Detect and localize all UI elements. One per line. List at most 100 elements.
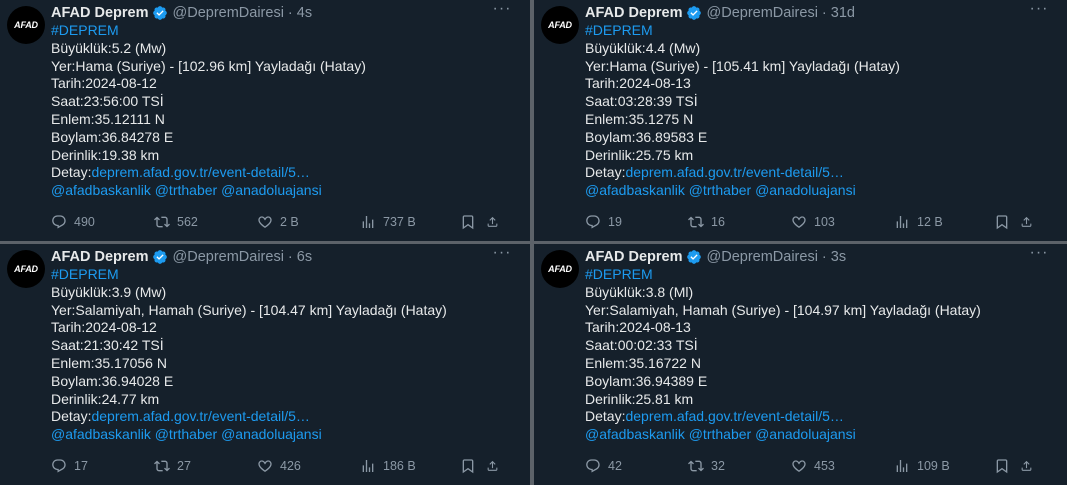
tweet-line: Derinlik:25.81 km	[585, 390, 694, 407]
detail-url-link[interactable]: deprem.afad.gov.tr/event-detail/5…	[625, 164, 843, 180]
tweet-line: Saat:00:02:33 TSİ	[585, 337, 698, 354]
bookmark-icon	[462, 459, 474, 474]
tweet-text: #DEPREM Büyüklük:3.9 (Mw) Yer:Salamiyah, …	[51, 266, 447, 444]
views-button[interactable]: 186 B	[360, 458, 460, 474]
hashtag-link[interactable]: #DEPREM	[51, 22, 366, 40]
detail-label: Detay:	[51, 408, 92, 425]
tweet-line: Tarih:2024-08-12	[51, 319, 157, 336]
tweet-timestamp[interactable]: 6s	[297, 249, 312, 265]
separator-dot: ·	[821, 249, 827, 265]
reply-button[interactable]: 42	[585, 458, 688, 474]
views-button[interactable]: 737 B	[360, 214, 460, 230]
tweet-line: Saat:03:28:39 TSİ	[585, 93, 698, 110]
avatar-logo-text: AFAD	[14, 20, 38, 30]
reply-button[interactable]: 490	[51, 214, 154, 230]
tweet-actions: 490 562 2 B 737 B	[51, 213, 516, 231]
verified-badge-icon	[152, 250, 167, 264]
detail-url-link[interactable]: deprem.afad.gov.tr/event-detail/5…	[625, 408, 843, 424]
more-options-icon[interactable]: ···	[1029, 245, 1049, 264]
author-name[interactable]: AFAD Deprem	[51, 5, 149, 21]
tweet-line: Boylam:36.94389 E	[585, 372, 708, 389]
views-button[interactable]: 109 B	[894, 458, 994, 474]
reply-button[interactable]: 17	[51, 458, 154, 474]
share-button[interactable]	[486, 214, 506, 230]
more-options-icon[interactable]: ···	[492, 1, 512, 20]
retweet-button[interactable]: 27	[154, 458, 257, 474]
author-handle[interactable]: @DeprеmDairesi	[173, 5, 284, 21]
tweet-timestamp[interactable]: 3s	[831, 249, 846, 265]
bookmark-button[interactable]	[460, 458, 486, 474]
tweet-line: Saat:21:30:42 TSİ	[51, 337, 164, 354]
view-count: 186 B	[383, 459, 416, 473]
tweet-text: #DEPREM Büyüklük:5.2 (Mw) Yer:Hama (Suriy…	[51, 22, 366, 200]
tweet-line: Tarih:2024-08-13	[585, 75, 691, 92]
avatar[interactable]: AFAD	[541, 250, 579, 288]
hashtag-link[interactable]: #DEPREM	[585, 266, 981, 284]
tweet-line: Büyüklük:5.2 (Mw)	[51, 39, 167, 56]
share-icon	[1021, 460, 1032, 471]
retweet-icon	[688, 216, 704, 228]
like-count: 103	[814, 215, 835, 229]
tweet-line: Yer:Salamiyah, Hamah (Suriye) - [104.97 …	[585, 301, 981, 318]
more-options-icon[interactable]: ···	[492, 245, 512, 264]
share-button[interactable]	[486, 458, 506, 474]
tweet-timestamp[interactable]: 4s	[297, 5, 312, 21]
retweet-button[interactable]: 562	[154, 214, 257, 230]
tweet-line: Enlem:35.1275 N	[585, 110, 694, 127]
hashtag-link[interactable]: #DEPREM	[585, 22, 900, 40]
author-handle[interactable]: @DepremDairesi	[707, 249, 818, 265]
author-name[interactable]: AFAD Deprem	[585, 249, 683, 265]
retweet-button[interactable]: 32	[688, 458, 791, 474]
hashtag-link[interactable]: #DEPREM	[51, 266, 447, 284]
tweet-card[interactable]: AFAD AFAD Deprem @DepremDairesi · 6s ···…	[0, 244, 530, 485]
avatar[interactable]: AFAD	[7, 6, 45, 44]
tweet-line: Yer:Hama (Suriye) - [102.96 km] Yayladağ…	[51, 57, 366, 74]
tweet-card[interactable]: AFAD AFAD Deprem @DeprеmDairesi · 4s ···…	[0, 0, 530, 241]
tweet-card[interactable]: AFAD AFAD Deprem @DepremDairesi · 31d ··…	[534, 0, 1067, 241]
tweet-timestamp[interactable]: 31d	[831, 5, 855, 21]
reply-count: 490	[74, 215, 95, 229]
bookmark-button[interactable]	[994, 214, 1020, 230]
like-button[interactable]: 2 B	[257, 214, 360, 230]
bookmark-button[interactable]	[994, 458, 1020, 474]
author-name[interactable]: AFAD Deprem	[585, 5, 683, 21]
separator-dot: ·	[287, 249, 293, 265]
tweet-header: AFAD Deprem @DeprеmDairesi · 4s	[51, 4, 312, 22]
share-button[interactable]	[1020, 214, 1040, 230]
author-handle[interactable]: @DepremDairesi	[707, 5, 818, 21]
more-options-icon[interactable]: ···	[1029, 1, 1049, 20]
tweet-lines: Büyüklük:3.9 (Mw) Yer:Salamiyah, Hamah (S…	[51, 284, 447, 409]
reply-count: 42	[608, 459, 622, 473]
like-button[interactable]: 426	[257, 458, 360, 474]
separator-dot: ·	[821, 5, 827, 21]
like-button[interactable]: 453	[791, 458, 894, 474]
mention-links[interactable]: @afadbaskanlik @trthaber @anadoluajansi	[51, 182, 366, 200]
verified-badge-icon	[686, 6, 701, 20]
mention-links[interactable]: @afadbaskanlik @trthaber @anadoluajansi	[51, 426, 447, 444]
detail-url-link[interactable]: deprem.afad.gov.tr/event-detail/5…	[91, 164, 309, 180]
avatar[interactable]: AFAD	[541, 6, 579, 44]
reply-button[interactable]: 19	[585, 214, 688, 230]
separator-dot: ·	[287, 5, 293, 21]
views-button[interactable]: 12 B	[894, 214, 994, 230]
reply-icon	[52, 459, 66, 473]
mention-links[interactable]: @afadbaskanlik @trthaber @anadoluajansi	[585, 426, 981, 444]
retweet-button[interactable]: 16	[688, 214, 791, 230]
view-count: 109 B	[917, 459, 950, 473]
retweet-count: 32	[711, 459, 725, 473]
author-name[interactable]: AFAD Deprem	[51, 249, 149, 265]
like-count: 453	[814, 459, 835, 473]
tweet-card[interactable]: AFAD AFAD Deprem @DepremDairesi · 3s ···…	[534, 244, 1067, 485]
avatar[interactable]: AFAD	[7, 250, 45, 288]
author-handle[interactable]: @DepremDairesi	[173, 249, 284, 265]
detail-url-link[interactable]: deprem.afad.gov.tr/event-detail/5…	[91, 408, 309, 424]
like-button[interactable]: 103	[791, 214, 894, 230]
reply-icon	[586, 459, 600, 473]
mention-links[interactable]: @afadbaskanlik @trthaber @anadoluajansi	[585, 182, 900, 200]
tweet-text: #DEPREM Büyüklük:4.4 (Mw) Yer:Hama (Suriy…	[585, 22, 900, 200]
share-button[interactable]	[1020, 458, 1040, 474]
bookmark-button[interactable]	[460, 214, 486, 230]
share-icon	[1021, 216, 1032, 227]
verified-badge-icon	[686, 250, 701, 264]
tweet-line: Derinlik:24.77 km	[51, 390, 160, 407]
